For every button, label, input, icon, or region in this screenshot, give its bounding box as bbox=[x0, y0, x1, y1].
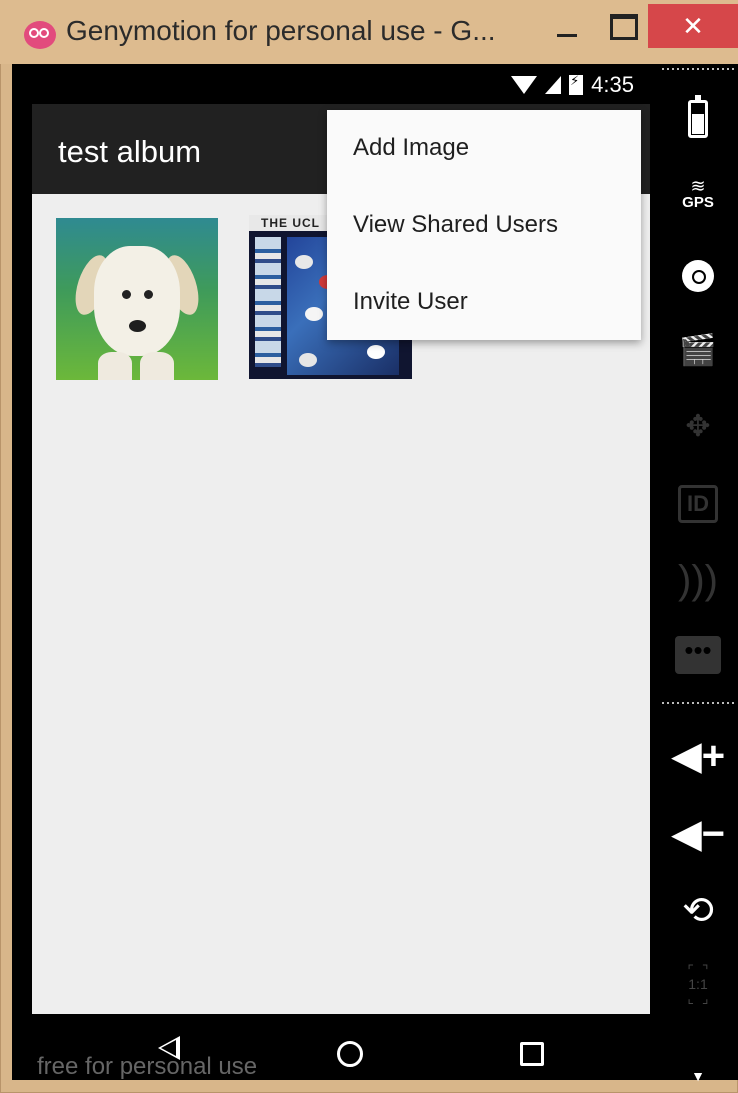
menu-item-label: Invite User bbox=[353, 288, 468, 315]
window-titlebar[interactable]: Genymotion for personal use - G... ✕ bbox=[0, 0, 738, 64]
wifi-icon bbox=[511, 76, 538, 94]
battery-charging-icon bbox=[569, 73, 584, 95]
webcam-widget-icon[interactable] bbox=[658, 256, 738, 296]
rss-widget-icon[interactable]: ))) bbox=[658, 558, 738, 602]
overflow-menu: Add Image View Shared Users Invite User bbox=[327, 110, 641, 340]
android-status-bar: 4:35 bbox=[12, 64, 658, 106]
menu-item-label: Add Image bbox=[353, 134, 470, 161]
maximize-button[interactable] bbox=[600, 0, 644, 48]
side-toolbar-divider bbox=[662, 702, 734, 704]
menu-item-view-shared-users[interactable]: View Shared Users bbox=[327, 187, 641, 263]
minimize-button[interactable] bbox=[545, 0, 589, 48]
side-toolbar-grip bbox=[662, 68, 734, 70]
gps-widget-icon[interactable]: ≋ GPS bbox=[658, 172, 738, 216]
poster-caption: THE UCL bbox=[261, 216, 320, 230]
device-id-widget-icon[interactable]: ID bbox=[658, 482, 738, 526]
close-button[interactable]: ✕ bbox=[648, 4, 738, 48]
status-time: 4:35 bbox=[591, 72, 634, 97]
battery-widget-icon[interactable] bbox=[658, 95, 738, 142]
cell-signal-icon bbox=[545, 76, 562, 94]
dpad-widget-icon[interactable]: ✥ bbox=[658, 404, 738, 448]
recent-apps-icon[interactable] bbox=[520, 1042, 544, 1066]
expand-more-icon[interactable]: ▼ bbox=[658, 1066, 738, 1086]
menu-item-label: View Shared Users bbox=[353, 211, 558, 238]
watermark-text: free for personal use bbox=[37, 1053, 258, 1080]
rotate-icon[interactable]: ⟲ bbox=[658, 888, 738, 932]
home-icon[interactable] bbox=[337, 1041, 363, 1067]
capture-widget-icon[interactable]: 🎬 bbox=[658, 330, 738, 370]
album-title: test album bbox=[58, 134, 202, 169]
sms-widget-icon[interactable]: ••• bbox=[658, 632, 738, 678]
menu-item-add-image[interactable]: Add Image bbox=[327, 110, 641, 186]
genymotion-logo-icon bbox=[24, 21, 56, 49]
menu-item-invite-user[interactable]: Invite User bbox=[327, 264, 641, 340]
pixel-ratio-icon[interactable]: ⌜ ⌝ 1:1 ⌞ ⌟ bbox=[658, 962, 738, 1006]
window-title: Genymotion for personal use - G... bbox=[66, 15, 496, 46]
volume-up-icon[interactable]: ◀+ bbox=[658, 734, 738, 778]
image-thumbnail-puppy[interactable] bbox=[56, 218, 218, 380]
volume-down-icon[interactable]: ◀− bbox=[658, 812, 738, 856]
